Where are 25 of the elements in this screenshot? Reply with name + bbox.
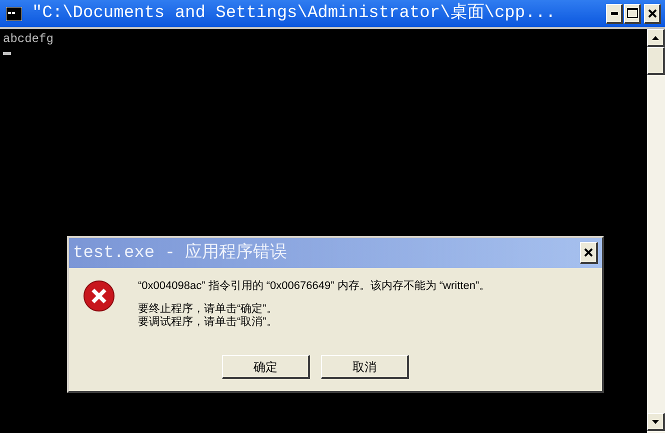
window-title: "C:\Documents and Settings\Administrator\桌面\cpp...: [32, 5, 556, 22]
scroll-down-button[interactable]: [647, 413, 665, 431]
instruction-text: 要调试程序，请单击“取消”。: [138, 316, 278, 329]
minimize-icon: [610, 12, 618, 14]
close-icon: [648, 8, 656, 18]
scroll-up-button[interactable]: [647, 29, 665, 47]
dialog-title: test.exe - 应用程序错误: [73, 244, 288, 262]
scrollbar[interactable]: [647, 29, 665, 433]
cancel-button[interactable]: 取消: [321, 355, 409, 379]
ok-button[interactable]: 确定: [222, 355, 310, 379]
down-arrow-icon: [652, 420, 659, 424]
minimize-button[interactable]: [606, 4, 623, 24]
close-icon: [584, 248, 593, 257]
text-cursor: [3, 52, 11, 55]
up-arrow-icon: [652, 36, 659, 40]
instruction-text: 要终止程序，请单击“确定”。: [138, 303, 278, 316]
maximize-button[interactable]: [624, 4, 641, 24]
console-output: abcdefg: [3, 32, 54, 46]
console-icon: [6, 6, 22, 20]
error-icon: [83, 280, 115, 312]
close-button[interactable]: [644, 4, 661, 24]
maximize-icon: [626, 8, 638, 18]
close-button[interactable]: [580, 242, 598, 264]
error-message: “0x004098ac” 指令引用的 “0x00676649” 内存。该内存不能为 “written”。: [138, 280, 490, 293]
scroll-thumb[interactable]: [647, 47, 665, 75]
